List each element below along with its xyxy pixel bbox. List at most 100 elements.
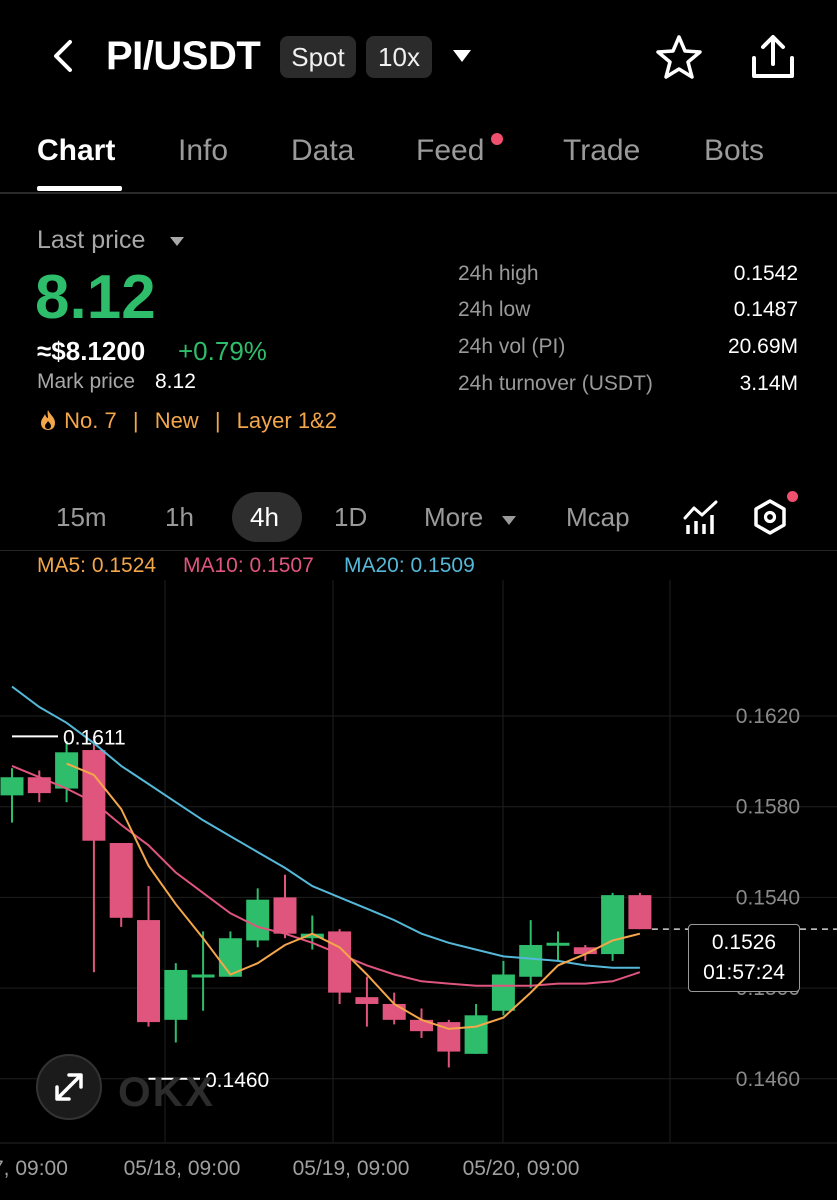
mark-price-value: 8.12 xyxy=(155,370,196,393)
ma5-legend: MA5: 0.1524 xyxy=(37,554,157,577)
ma10-line xyxy=(11,764,641,987)
ma10-legend: MA10: 0.1507 xyxy=(183,554,314,577)
price-change-percent: +0.79% xyxy=(178,336,267,366)
chart-top-divider xyxy=(0,550,837,551)
candle-body xyxy=(628,895,652,930)
y-axis-tick-label: 0.1620 xyxy=(736,705,800,728)
stat-24h-high-value: 0.1542 xyxy=(733,262,798,285)
candle-body xyxy=(191,974,215,978)
candle-body xyxy=(273,897,297,934)
tab-chart[interactable]: Chart xyxy=(37,134,115,168)
tag-separator: | xyxy=(214,408,221,433)
candle-body xyxy=(355,997,379,1004)
new-tag: New xyxy=(154,408,199,433)
candle-body xyxy=(246,899,270,941)
candle-body xyxy=(328,931,352,993)
pair-dropdown-icon[interactable] xyxy=(450,46,474,66)
share-icon[interactable] xyxy=(746,30,800,84)
stat-24h-high-label: 24h high xyxy=(458,262,539,285)
flame-icon xyxy=(41,410,55,430)
high-marker-label: 0.1611 xyxy=(63,726,126,749)
candle xyxy=(273,874,297,939)
category-tag: Layer 1&2 xyxy=(236,408,337,433)
stat-24h-turnover-label: 24h turnover (USDT) xyxy=(458,372,653,395)
candle xyxy=(137,886,160,1027)
mcap-toggle[interactable]: Mcap xyxy=(566,502,630,533)
tag-separator: | xyxy=(132,408,139,433)
timeframe-more[interactable]: More xyxy=(424,502,483,533)
stat-24h-turnover-value: 3.14M xyxy=(739,372,798,395)
candle-countdown: 01:57:24 xyxy=(703,961,785,984)
okx-watermark: OKX xyxy=(118,1068,216,1115)
candle xyxy=(109,842,133,927)
last-price-label[interactable]: Last price xyxy=(37,226,145,255)
y-axis-tick-label: 0.1580 xyxy=(736,796,800,819)
x-axis-tick-label: 7, 09:00 xyxy=(0,1157,68,1180)
mark-price-label: Mark price xyxy=(37,370,136,393)
candle-body xyxy=(109,842,133,918)
stat-24h-low-label: 24h low xyxy=(458,298,531,321)
more-dropdown-icon[interactable] xyxy=(500,513,518,527)
stat-24h-vol-value: 20.69M xyxy=(727,335,798,358)
tab-info[interactable]: Info xyxy=(178,134,228,168)
y-axis-tick-label: 0.1540 xyxy=(736,886,800,909)
candle-body xyxy=(82,750,106,841)
ranking-tags[interactable]: No. 7 | New | Layer 1&2 xyxy=(38,408,337,434)
candle xyxy=(191,931,215,1011)
candle xyxy=(491,960,515,1016)
candle-body xyxy=(519,945,543,977)
stat-24h-vol-label: 24h vol (PI) xyxy=(458,335,566,358)
x-axis-tick-label: 05/20, 09:00 xyxy=(463,1157,580,1180)
candle xyxy=(328,929,352,1004)
candle xyxy=(27,770,51,803)
candle-body xyxy=(137,920,160,1023)
usd-price: ≈$8.1200 xyxy=(37,336,146,366)
last-price-dropdown-icon[interactable] xyxy=(168,234,186,248)
back-arrow-icon[interactable] xyxy=(44,34,84,78)
candle-body xyxy=(55,752,79,789)
pair-title[interactable]: PI/USDT xyxy=(106,34,261,79)
timeframe-4h[interactable]: 4h xyxy=(250,502,279,533)
candle xyxy=(300,915,324,950)
candle xyxy=(546,931,570,961)
expand-icon xyxy=(55,1073,83,1101)
candle-body xyxy=(382,1003,406,1020)
timeframe-1h[interactable]: 1h xyxy=(165,502,194,533)
x-axis-tick-label: 05/19, 09:00 xyxy=(293,1157,410,1180)
candle xyxy=(601,892,625,961)
tab-trade[interactable]: Trade xyxy=(563,134,640,168)
candle-body xyxy=(0,777,24,796)
candle xyxy=(218,931,242,977)
candle-body xyxy=(491,974,515,1011)
candle xyxy=(164,963,188,1043)
stat-24h-low-value: 0.1487 xyxy=(733,298,798,321)
tab-data[interactable]: Data xyxy=(291,134,354,168)
candle-body xyxy=(546,942,570,946)
last-price-value: 8.12 xyxy=(35,263,156,332)
tabs-divider xyxy=(0,192,837,194)
timeframe-1d[interactable]: 1D xyxy=(334,502,367,533)
timeframe-15m[interactable]: 15m xyxy=(56,502,107,533)
rank-tag: No. 7 xyxy=(64,408,117,433)
x-axis-tick-label: 05/18, 09:00 xyxy=(124,1157,241,1180)
leverage-badge: 10x xyxy=(366,36,432,78)
tab-bots[interactable]: Bots xyxy=(704,134,764,168)
candle xyxy=(519,920,543,989)
settings-notification-dot xyxy=(787,491,798,502)
chart-settings-icon[interactable] xyxy=(752,498,788,536)
favorite-star-icon[interactable] xyxy=(654,32,704,82)
current-price-label: 0.1526 xyxy=(711,931,777,954)
market-type-badge: Spot xyxy=(280,36,356,78)
feed-notification-dot xyxy=(491,133,503,145)
candle xyxy=(464,1003,488,1054)
fullscreen-button[interactable] xyxy=(36,1054,102,1120)
candle xyxy=(0,768,24,823)
candle-body xyxy=(464,1015,488,1054)
ma20-legend: MA20: 0.1509 xyxy=(344,554,475,577)
active-tab-indicator xyxy=(37,186,122,191)
candle xyxy=(628,892,652,930)
candle-body xyxy=(164,969,188,1020)
tab-feed[interactable]: Feed xyxy=(416,134,484,168)
current-price-tag: 0.1526 01:57:24 xyxy=(688,924,800,992)
indicator-chart-icon[interactable] xyxy=(682,498,720,536)
